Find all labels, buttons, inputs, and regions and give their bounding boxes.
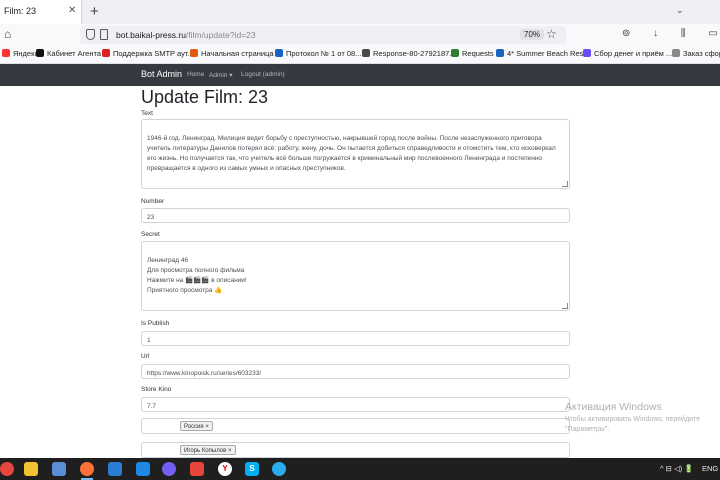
number-label: Number	[141, 198, 165, 205]
windows-taskbar: Y S ^ ⊟ ◁) 🔋 ENG	[0, 458, 720, 480]
close-icon[interactable]: ✕	[68, 5, 76, 16]
url-bar[interactable]: bot.baikal-press.ru/film/update?id=23 70…	[80, 26, 566, 44]
home-icon[interactable]: ⌂	[4, 27, 11, 41]
mail-icon[interactable]	[108, 462, 122, 476]
system-tray-icons[interactable]: ^ ⊟ ◁) 🔋	[660, 464, 694, 473]
is-publish-label: Is Publish	[141, 320, 170, 327]
country-tag[interactable]: Россия ×	[180, 421, 213, 431]
country-select[interactable]: Россия ×	[141, 418, 570, 434]
telegram-icon[interactable]	[272, 462, 286, 476]
bookmark-item[interactable]: Поддержка SMTP аут...	[102, 49, 194, 58]
bookmark-item[interactable]: Яндекс	[2, 49, 38, 58]
secret-value: Ленинград 46 Для просмотра полного фильм…	[147, 257, 247, 294]
url-domain: bot.baikal-press.ru	[116, 30, 186, 40]
site-navbar: Bot Admin Home Admin ▾ Logout (admin)	[0, 64, 720, 86]
activation-watermark-title: Активация Windows	[565, 401, 662, 413]
task-manager-icon[interactable]	[52, 462, 66, 476]
chrome-icon[interactable]	[0, 462, 14, 476]
secret-label: Secret	[141, 231, 160, 238]
url-label: Url	[141, 353, 150, 360]
new-tab-button[interactable]: +	[90, 3, 99, 20]
activation-line-2: "Параметры".	[565, 426, 610, 433]
chevron-down-icon[interactable]: ⌄	[676, 5, 684, 16]
url-input[interactable]: https://www.kinopoisk.ru/series/603233/	[141, 364, 570, 379]
actor-select[interactable]: Игорь Копылов ×	[141, 442, 570, 458]
browser-tab-strip: Film: 23 ✕ + ⌄	[0, 0, 720, 24]
bookmark-favicon	[451, 49, 459, 57]
file-explorer-icon[interactable]	[24, 462, 38, 476]
store-kino-label: Store Kino	[141, 386, 172, 393]
secret-textarea[interactable]: Ленинград 46 Для просмотра полного фильм…	[141, 241, 570, 311]
toolbar-icons[interactable]: ⊚ ↓ ⫼ ▭ ≡	[622, 28, 720, 39]
bookmark-item[interactable]: Сбор денег и приём ...	[583, 49, 672, 58]
browser-tab-active[interactable]: Film: 23 ✕	[0, 0, 82, 24]
resize-handle[interactable]	[562, 181, 568, 187]
bookmark-favicon	[190, 49, 198, 57]
bookmark-item[interactable]: Протокол № 1 от 08...	[275, 49, 361, 58]
bookmark-item[interactable]: Кабинет Агента	[36, 49, 101, 58]
nav-home[interactable]: Home	[187, 71, 204, 78]
language-indicator[interactable]: ENG	[702, 464, 718, 473]
is-publish-input[interactable]: 1	[141, 331, 570, 346]
is-publish-value: 1	[147, 337, 151, 344]
bookmark-favicon	[583, 49, 591, 57]
text-value: 1946-й год. Ленинград. Милиция ведет бор…	[147, 135, 556, 172]
yandex-browser-icon[interactable]: Y	[218, 462, 232, 476]
store-kino-value: 7.7	[147, 403, 157, 410]
firefox-icon[interactable]	[80, 462, 94, 476]
store-kino-input[interactable]: 7.7	[141, 397, 570, 412]
bookmark-favicon	[496, 49, 504, 57]
nav-admin-dropdown[interactable]: Admin ▾	[209, 71, 233, 79]
bookmarks-bar: Яндекс Кабинет Агента Поддержка SMTP аут…	[0, 46, 720, 64]
activation-line-1: Чтобы активировать Windows, перейдите	[565, 416, 701, 423]
bookmark-favicon	[102, 49, 110, 57]
nav-logout[interactable]: Logout (admin)	[241, 71, 285, 78]
bookmark-favicon	[275, 49, 283, 57]
url-value: https://www.kinopoisk.ru/series/603233/	[147, 370, 262, 377]
brand-link[interactable]: Bot Admin	[141, 69, 182, 79]
bookmark-item[interactable]: Заказ сформ	[672, 49, 720, 58]
bookmark-star-icon[interactable]: ☆	[546, 27, 557, 41]
browser-toolbar: ⌂ bot.baikal-press.ru/film/update?id=23 …	[0, 24, 720, 46]
resize-handle[interactable]	[562, 303, 568, 309]
bookmark-item[interactable]: Requests	[451, 49, 494, 58]
zoom-level-badge[interactable]: 70%	[520, 29, 545, 40]
bookmark-item[interactable]: 4* Summer Beach Res...	[496, 49, 590, 58]
text-textarea[interactable]: 1946-й год. Ленинград. Милиция ведет бор…	[141, 119, 570, 189]
viber-icon[interactable]	[162, 462, 176, 476]
bookmark-favicon	[2, 49, 10, 57]
mail-client-icon[interactable]	[190, 462, 204, 476]
number-value: 23	[147, 214, 155, 221]
activation-watermark-text: Чтобы активировать Windows, перейдите "П…	[565, 415, 700, 435]
url-path: /film/update?id=23	[185, 30, 256, 40]
page-icon[interactable]	[100, 29, 108, 40]
number-input[interactable]: 23	[141, 208, 570, 223]
bookmark-favicon	[362, 49, 370, 57]
remote-desktop-icon[interactable]	[136, 462, 150, 476]
skype-icon[interactable]: S	[245, 462, 259, 476]
text-label: Text	[141, 110, 153, 117]
bookmark-item[interactable]: Начальная страница	[190, 49, 274, 58]
actor-tag[interactable]: Игорь Копылов ×	[180, 445, 236, 455]
bookmark-item[interactable]: Response-80-2792187...	[362, 49, 456, 58]
shield-icon[interactable]	[86, 29, 95, 40]
bookmark-favicon	[36, 49, 44, 57]
url-text[interactable]: bot.baikal-press.ru/film/update?id=23	[116, 30, 256, 40]
page-title: Update Film: 23	[141, 87, 269, 107]
bookmark-favicon	[672, 49, 680, 57]
tab-title: Film: 23	[4, 6, 37, 16]
